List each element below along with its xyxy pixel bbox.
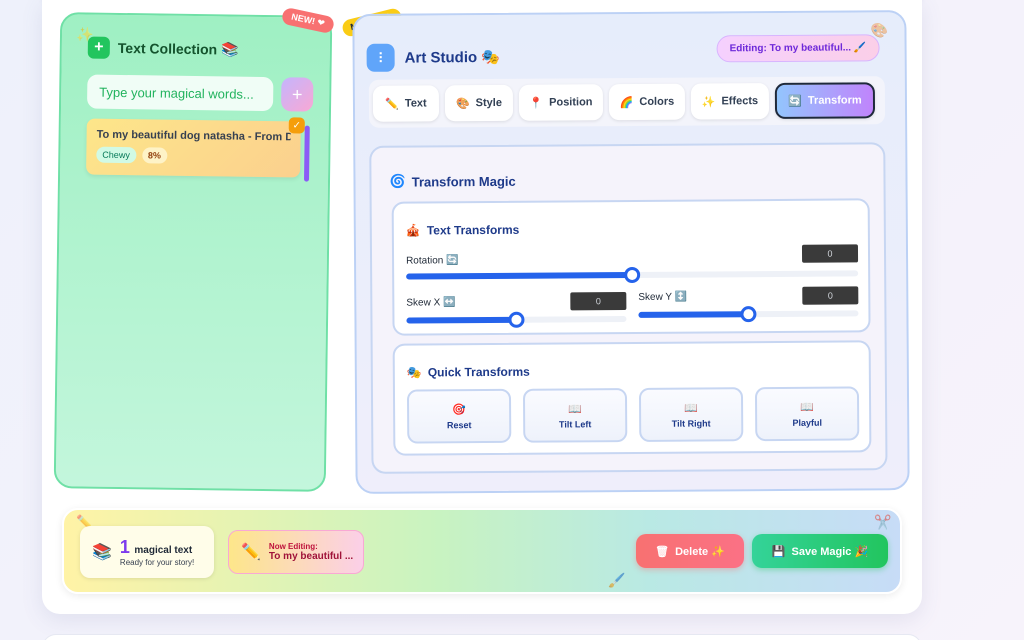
tab-text[interactable]: ✏️ Text: [372, 85, 440, 122]
scissors-icon: ✂️: [874, 514, 892, 530]
book-icon: 📖: [568, 402, 582, 415]
books-icon: 📚: [92, 544, 112, 561]
rotation-fill: [406, 271, 633, 280]
skew-x-label: Skew X ↔️: [406, 297, 456, 309]
text-count-label: magical text: [134, 545, 193, 556]
rotation-label: Rotation 🔄: [406, 255, 459, 267]
target-icon: 🎯: [452, 403, 466, 416]
rotation-slider[interactable]: [406, 266, 859, 284]
text-list-item[interactable]: To my beautiful dog natasha - From D... …: [86, 117, 305, 178]
rotation-handle[interactable]: [624, 266, 641, 284]
tab-colors[interactable]: 🌈 Colors: [608, 83, 686, 121]
tab-style[interactable]: 🎨 Style: [444, 84, 514, 122]
pin-icon: 📍: [529, 97, 544, 110]
tab-effects[interactable]: ✨ Effects: [690, 83, 770, 120]
text-count-subtitle: Ready for your story!: [119, 558, 195, 567]
skew-x-slider[interactable]: [406, 311, 627, 328]
skew-x-fill: [406, 316, 517, 324]
book-icon: 📖: [800, 401, 814, 414]
tilt-right-button[interactable]: 📖 Tilt Right: [638, 387, 744, 442]
masks-icon: 🎭: [406, 365, 422, 380]
palette-icon: 🎨: [455, 97, 470, 110]
skew-x-value[interactable]: 0: [570, 292, 627, 311]
rotation-value[interactable]: 0: [801, 244, 859, 263]
font-tag: Chewy: [96, 146, 136, 164]
skew-y-value[interactable]: 0: [802, 286, 859, 305]
add-text-button[interactable]: +: [280, 77, 314, 112]
check-icon: ✓: [288, 117, 305, 134]
save-button[interactable]: 💾 Save Magic 🎉: [752, 534, 888, 568]
delete-button[interactable]: 🗑 Delete ✨: [636, 534, 744, 568]
text-item-title: To my beautiful dog natasha - From D...: [96, 128, 291, 144]
transform-magic-section: 🌀 Transform Magic 🎪 Text Transforms Rota…: [369, 142, 888, 474]
playful-button[interactable]: 📖 Playful: [754, 386, 860, 442]
quick-transforms-card: 🎭 Quick Transforms 🎯 Reset 📖 Tilt Left 📖…: [392, 340, 872, 456]
text-count-card: 📚 1 magical text Ready for your story!: [80, 526, 214, 578]
quick-transforms-title: 🎭 Quick Transforms: [406, 364, 530, 380]
text-count: 1: [119, 537, 130, 557]
percent-tag: 8%: [141, 147, 167, 164]
rainbow-icon: 🌈: [619, 96, 634, 109]
tilt-left-button[interactable]: 📖 Tilt Left: [522, 388, 628, 443]
skew-x-handle[interactable]: [508, 311, 525, 328]
skew-y-slider[interactable]: [638, 306, 859, 323]
now-editing-label: Now Editing:: [268, 542, 318, 551]
tab-position[interactable]: 📍 Position: [518, 84, 604, 121]
now-editing-value: To my beautiful ...: [268, 551, 354, 562]
editing-pill: Editing: To my beautiful... 🖌️: [716, 34, 880, 63]
now-editing-card: ✏️ Now Editing: To my beautiful ...: [228, 530, 364, 574]
studio-title: Art Studio 🎭: [404, 48, 501, 67]
tab-transform[interactable]: 🔄 Transform: [774, 82, 876, 119]
skew-y-label: Skew Y ↕️: [638, 291, 688, 303]
trash-icon: 🗑: [655, 545, 670, 558]
text-input[interactable]: [86, 74, 274, 112]
transform-magic-title: 🌀 Transform Magic: [389, 173, 516, 190]
pencil-icon: ✏️: [241, 544, 261, 561]
skew-y-handle[interactable]: [740, 306, 757, 323]
art-studio-panel: 🎨 ⫶ Art Studio 🎭 Editing: To my beautifu…: [352, 10, 910, 494]
book-icon: 📖: [684, 402, 698, 415]
selection-indicator: [303, 125, 310, 182]
reset-button[interactable]: 🎯 Reset: [406, 388, 512, 444]
text-collection-panel: ✨ + Text Collection 📚 + To my beautiful …: [53, 12, 333, 492]
sliders-icon: ⫶: [366, 43, 395, 72]
skew-y-fill: [638, 311, 749, 318]
text-transforms-card: 🎪 Text Transforms Rotation 🔄 0 Skew X ↔️…: [391, 198, 871, 336]
plus-icon: +: [87, 36, 110, 59]
sparkle-icon: ✨: [701, 95, 716, 109]
text-transforms-title: 🎪 Text Transforms: [405, 222, 520, 238]
bottom-card-edge: [42, 634, 922, 640]
save-icon: 💾: [771, 545, 786, 558]
circus-icon: 🎪: [405, 223, 421, 238]
brush-icon: 🖌️: [608, 572, 626, 588]
rotate-icon: 🔄: [788, 95, 802, 108]
pencil-icon: ✏️: [385, 98, 399, 111]
footer-bar: ✏️ ✂️ 🖌️ 📚 1 magical text Ready for your…: [62, 508, 902, 594]
tab-bar: ✏️ Text 🎨 Style 📍 Position 🌈 Colors ✨ Ef…: [368, 76, 886, 128]
collection-title: + Text Collection 📚: [87, 36, 239, 61]
spiral-icon: 🌀: [389, 173, 406, 189]
